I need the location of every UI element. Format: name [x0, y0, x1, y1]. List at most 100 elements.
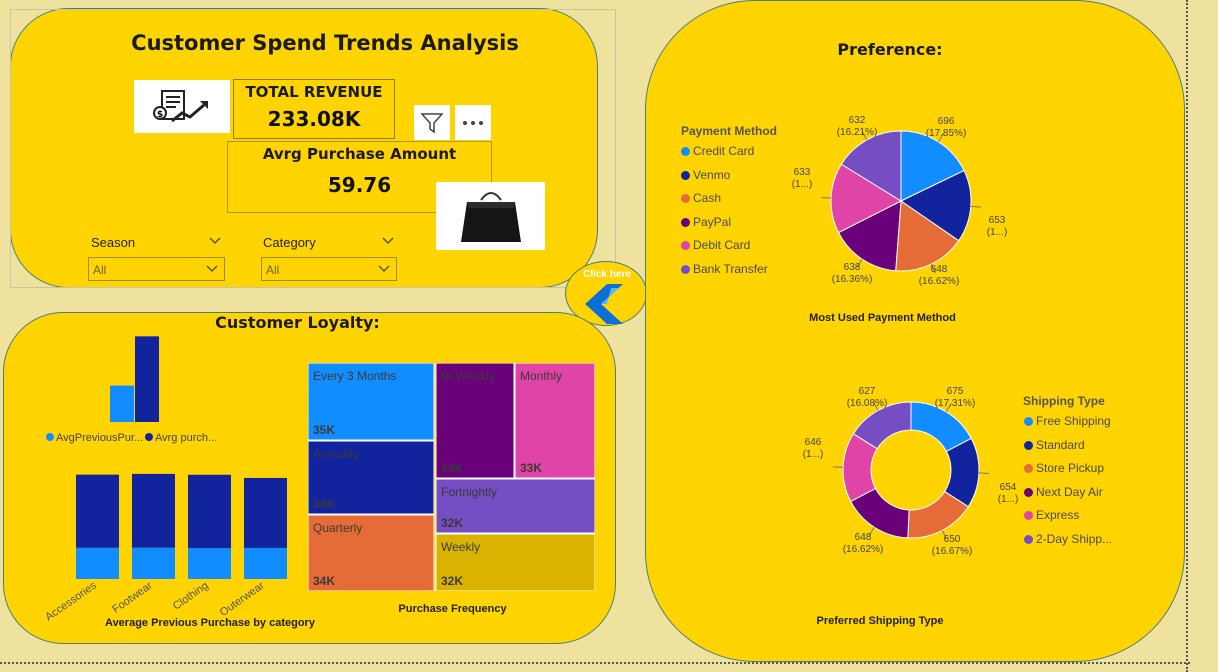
avg-prev-by-category-chart: Accessories Footwear Clothing Outerwear [43, 473, 287, 623]
payment-method-chart: 696(17.85%)653(1...)648(16.62%)638(16.36… [792, 115, 1008, 287]
chevron-down-icon [378, 265, 390, 273]
shipping-type-legend: Shipping Type [1023, 394, 1105, 408]
category-bar [188, 548, 231, 579]
slice-pct-label: (1...) [803, 449, 824, 460]
avg-purchase-label: Avrg Purchase Amount [262, 145, 457, 163]
shipping-type-chart: 675(17.31%)654(1...)650(16.67%)648(16.62… [803, 386, 1019, 557]
slice-value-label: 648 [931, 264, 948, 275]
legend-label: Free Shipping [1036, 414, 1111, 428]
more-options-button[interactable] [455, 105, 491, 140]
legend-item: Cash [681, 191, 721, 205]
treemap-label: Every 3 Months [313, 369, 396, 383]
preference-title: Preference: [837, 40, 943, 59]
category-tick-label: Clothing [171, 580, 211, 613]
slice-value-label: 675 [947, 386, 964, 397]
total-revenue-label: TOTAL REVENUE [245, 83, 383, 101]
treemap-label: Fortnightly [441, 485, 497, 499]
category-slicer-label: Category [263, 235, 316, 250]
purchase-frequency-title: Purchase Frequency [398, 603, 507, 615]
shipping-type-legend-title: Shipping Type [1023, 394, 1105, 408]
legend-marker [681, 217, 690, 227]
payment-method-title: Most Used Payment Method [809, 312, 956, 324]
slice-value-label: 654 [1000, 482, 1017, 493]
legend-item: Free Shipping [1024, 414, 1111, 428]
legend-item: Credit Card [681, 144, 754, 158]
payment-method-legend-title: Payment Method [681, 124, 778, 138]
legend-label: AvgPreviousPur... [56, 432, 143, 444]
treemap-value: 32K [441, 516, 463, 530]
slice-value-label: 646 [805, 437, 822, 448]
slice-pct-label: (1...) [987, 227, 1008, 238]
slice-pct-label: (17.31%) [935, 398, 976, 409]
legend-marker [681, 147, 690, 156]
slice-value-label: 627 [859, 386, 876, 397]
treemap-label: Monthly [520, 369, 562, 383]
page-border-bottom [0, 662, 1190, 664]
slice-pct-label: (16.36%) [832, 274, 873, 285]
treemap-label: Weekly [441, 540, 480, 554]
chevron-down-icon [382, 237, 394, 245]
legend-label: Debit Card [693, 238, 751, 252]
slice-value-label: 638 [844, 262, 861, 273]
more-options-icon [463, 120, 483, 125]
season-dropdown[interactable]: All [88, 257, 225, 281]
category-bar [132, 473, 175, 548]
slice-pct-label: (16.67%) [932, 546, 973, 557]
legend-item: Store Pickup [1024, 461, 1104, 475]
slice-pct-label: (16.08%) [847, 398, 888, 409]
legend-item: 2-Day Shipp... [1024, 532, 1112, 546]
page-title: Customer Spend Trends Analysis [131, 31, 519, 55]
slice-value-label: 632 [849, 115, 866, 126]
total-revenue-card: TOTAL REVENUE 233.08K [233, 79, 395, 139]
payment-method-legend: Payment Method [681, 124, 777, 138]
category-bar [76, 547, 119, 579]
legend-label: Standard [1036, 437, 1085, 452]
treemap-value: 33K [520, 461, 542, 475]
legend-item: Debit Card [681, 238, 750, 252]
slice-value-label: 648 [855, 532, 872, 543]
shipping-type-title: Preferred Shipping Type [816, 615, 944, 627]
leader-line [970, 205, 981, 208]
click-here-label: Click here [583, 269, 631, 280]
chevron-down-icon [209, 237, 221, 245]
legend-item: Venmo [681, 168, 730, 182]
slice-pct-label: (1...) [998, 494, 1019, 505]
legend-marker [681, 241, 690, 250]
treemap-label: Bi-Weekly [441, 369, 495, 383]
legend-label: Cash [693, 191, 722, 205]
legend-label: Avrg purch... [155, 432, 217, 444]
season-dropdown-value: All [93, 263, 107, 277]
treemap-value: 34K [313, 574, 335, 588]
slice-pct-label: (16.62%) [843, 544, 884, 555]
back-arrow-icon [585, 284, 623, 324]
legend-item: PayPal [681, 215, 731, 229]
avg-summary-bar [110, 385, 134, 422]
legend-marker [681, 170, 690, 180]
svg-text:$: $ [157, 110, 163, 120]
category-bar [244, 477, 287, 548]
filter-button[interactable] [414, 105, 450, 140]
legend-marker [145, 433, 153, 441]
legend-marker [681, 264, 690, 274]
slice-value-label: 633 [794, 167, 811, 178]
slice-pct-label: (16.21%) [837, 127, 878, 138]
legend-label: Express [1036, 508, 1080, 522]
legend-label: Credit Card [693, 144, 755, 158]
legend-label: Next Day Air [1036, 484, 1103, 499]
slice-pct-label: (1...) [792, 179, 813, 190]
category-chart-title: Average Previous Purchase by category [105, 617, 315, 629]
slice-value-label: 653 [989, 215, 1006, 226]
category-tick-label: Outerwear [218, 579, 267, 618]
legend-label: 2-Day Shipp... [1036, 531, 1113, 546]
slice-value-label: 650 [944, 534, 961, 545]
category-dropdown[interactable]: All [261, 257, 397, 281]
slice-pct-label: (17.85%) [926, 128, 967, 139]
total-revenue-value: 233.08K [267, 107, 361, 131]
legend-marker [46, 433, 54, 441]
category-tick-label: Footwear [110, 579, 155, 615]
shopping-bag-icon [436, 182, 545, 250]
legend-label: Bank Transfer [693, 261, 768, 276]
legend-marker [681, 194, 690, 203]
revenue-icon: $ [134, 80, 230, 133]
category-bar [244, 547, 287, 579]
